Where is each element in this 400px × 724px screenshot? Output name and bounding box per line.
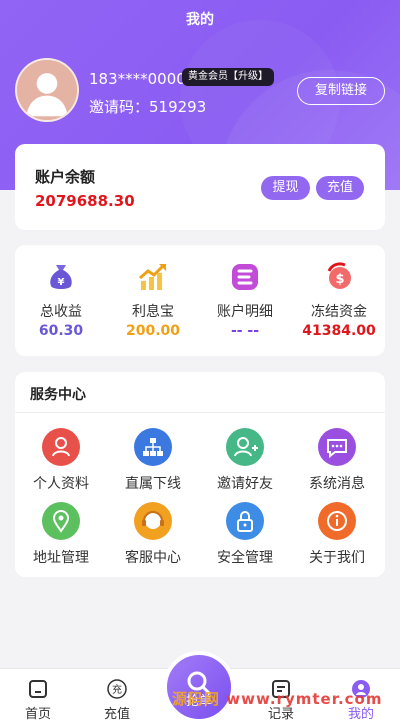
account-detail-icon: [232, 264, 258, 290]
customer-service-icon: [134, 502, 172, 540]
service-center-title: 服务中心: [30, 387, 86, 403]
svg-text:$: $: [335, 272, 344, 287]
service-label: 关于我们: [309, 550, 365, 566]
add-user-icon: [226, 428, 264, 466]
stat-value: -- --: [230, 323, 260, 339]
service-label: 地址管理: [33, 550, 89, 566]
service-label: 直属下线: [125, 476, 181, 492]
service-invite-friends[interactable]: 邀请好友: [199, 428, 291, 498]
frozen-funds-icon: $: [327, 262, 351, 289]
service-label: 个人资料: [33, 476, 89, 492]
vip-badge[interactable]: 黄金会员【升级】: [182, 68, 274, 86]
stat-interest[interactable]: 利息宝 200.00: [107, 245, 199, 356]
hierarchy-icon: [134, 428, 172, 466]
stats-card: ¥ 总收益 60.30 利息宝 200.00 账户明细 -- -- $ 冻结资金…: [15, 245, 385, 356]
tab-recharge[interactable]: 充 充值: [82, 669, 152, 724]
invite-code: 邀请码：519293: [89, 98, 207, 116]
stat-label: 账户明细: [217, 304, 273, 320]
copy-link-button[interactable]: 复制链接: [297, 77, 385, 105]
person-icon: [42, 428, 80, 466]
stat-value: 41384.00: [302, 323, 376, 339]
avatar-person-icon: [17, 60, 77, 120]
stat-total-earnings[interactable]: ¥ 总收益 60.30: [15, 245, 107, 356]
service-customer-service[interactable]: 客服中心: [107, 502, 199, 572]
balance-title: 账户余额: [35, 168, 96, 186]
lock-icon: [226, 502, 264, 540]
tab-label: 充值: [103, 707, 130, 722]
location-icon: [42, 502, 80, 540]
recharge-icon: 充: [107, 679, 127, 699]
service-direct-downline[interactable]: 直属下线: [107, 428, 199, 498]
tab-grab-order[interactable]: [163, 651, 235, 723]
withdraw-button[interactable]: 提现: [261, 176, 310, 200]
stat-label: 利息宝: [132, 304, 174, 320]
stat-value: 60.30: [38, 323, 84, 339]
svg-text:充: 充: [112, 683, 122, 696]
service-label: 客服中心: [125, 550, 181, 566]
balance-card: 账户余额 2079688.30 提现 充值: [15, 144, 385, 230]
service-label: 安全管理: [217, 550, 273, 566]
divider: [15, 412, 385, 413]
info-icon: [318, 502, 356, 540]
page-title: 我的: [186, 12, 214, 28]
watermark: 源码网 www.rymter.com: [172, 690, 383, 708]
stat-label: 冻结资金: [311, 304, 367, 320]
service-about-us[interactable]: 关于我们: [291, 502, 383, 572]
balance-value: 2079688.30: [35, 192, 135, 210]
stat-label: 总收益: [40, 304, 82, 320]
message-icon: [318, 428, 356, 466]
recharge-button[interactable]: 充值: [316, 176, 364, 200]
service-label: 系统消息: [309, 476, 365, 492]
home-icon: [29, 680, 47, 698]
service-system-messages[interactable]: 系统消息: [291, 428, 383, 498]
trend-chart-icon: [139, 263, 166, 290]
stat-account-detail[interactable]: 账户明细 -- --: [199, 245, 291, 356]
service-personal-info[interactable]: 个人资料: [15, 428, 107, 498]
service-security-management[interactable]: 安全管理: [199, 502, 291, 572]
service-label: 邀请好友: [217, 476, 273, 492]
avatar[interactable]: [15, 58, 79, 122]
stat-value: 200.00: [125, 323, 181, 339]
money-bag-icon: ¥: [50, 265, 72, 289]
service-address-management[interactable]: 地址管理: [15, 502, 107, 572]
user-phone: 183****0000: [89, 70, 186, 88]
service-center-card: 服务中心 个人资料 直属下线 邀请好友 系统消息 地址管理 客服中心 安全管理 …: [15, 372, 385, 577]
tab-label: 首页: [24, 707, 51, 722]
tab-home[interactable]: 首页: [3, 669, 73, 724]
svg-text:¥: ¥: [58, 277, 65, 288]
stat-frozen-funds[interactable]: $ 冻结资金 41384.00: [293, 245, 385, 356]
